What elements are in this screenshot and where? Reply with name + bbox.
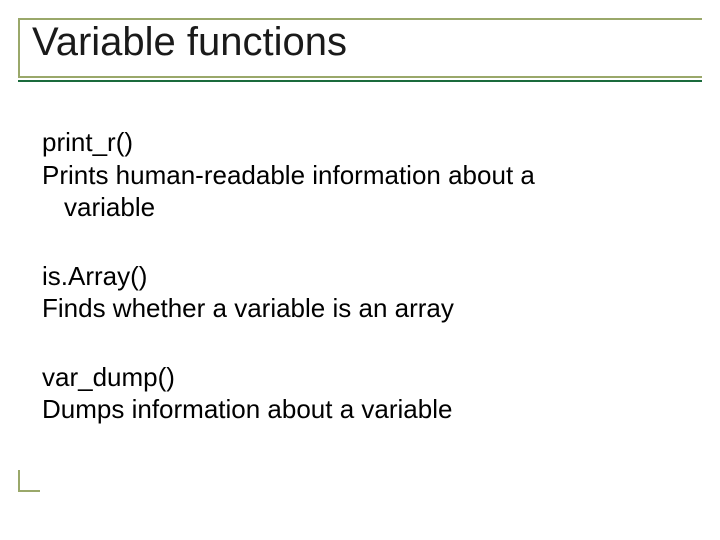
function-desc-line: Dumps information about a variable [42,393,678,426]
slide: Variable functions print_r() Prints huma… [0,0,720,540]
function-block: is.Array() Finds whether a variable is a… [42,260,678,325]
function-desc-line: variable [42,191,678,224]
function-block: var_dump() Dumps information about a var… [42,361,678,426]
function-name: var_dump() [42,361,678,394]
function-block: print_r() Prints human-readable informat… [42,126,678,224]
function-name: is.Array() [42,260,678,293]
slide-title: Variable functions [32,20,347,65]
function-desc-line: Prints human-readable information about … [42,159,678,192]
title-underline [18,80,702,82]
corner-accent [18,470,40,492]
function-name: print_r() [42,126,678,159]
content-area: print_r() Prints human-readable informat… [42,126,678,426]
function-desc-line: Finds whether a variable is an array [42,292,678,325]
